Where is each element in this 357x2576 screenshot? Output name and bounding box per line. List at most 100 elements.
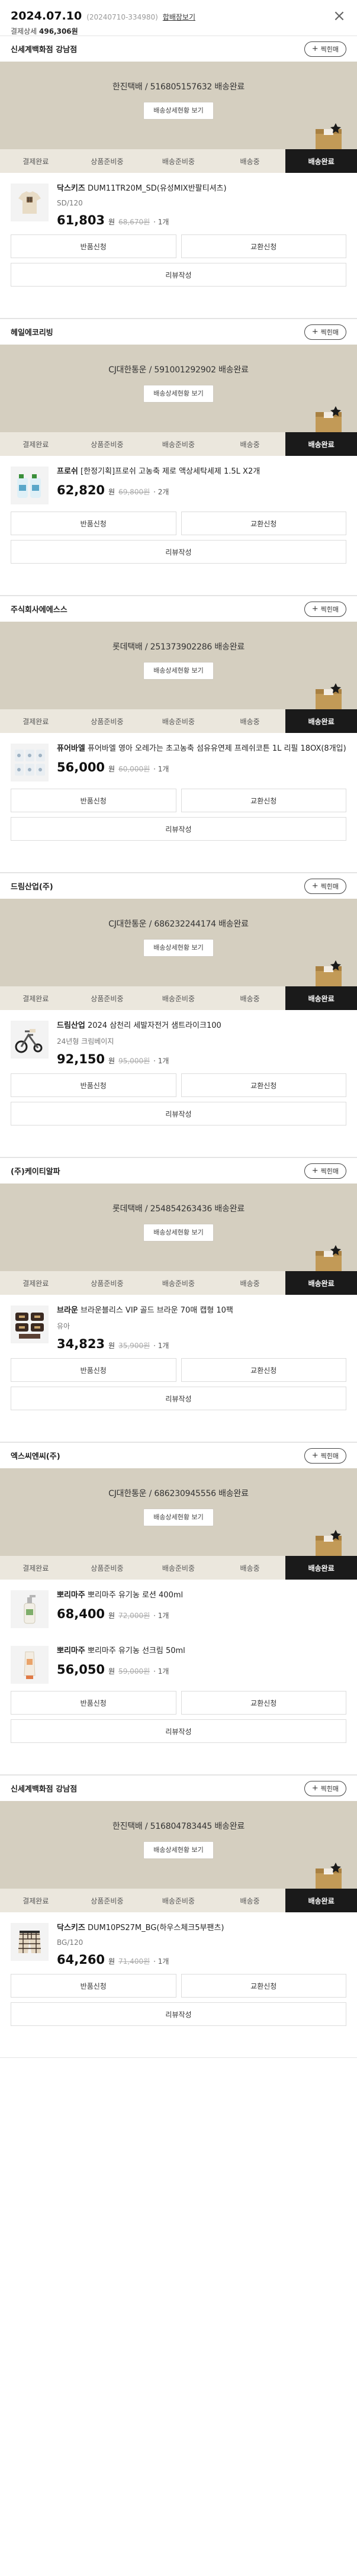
tracking-detail-button[interactable]: 배송상세현황 보기 [143,1509,214,1526]
product-item[interactable]: 뽀리마주 뽀리마주 유기농 로션 400ml 68,400 원 72,000원 · 1개 [0,1580,357,1635]
product-info: 드림산업 2024 삼천리 세발자전거 샘트라이크100 24년형 크림베이지 92… [57,1021,346,1066]
original-price: 95,000원 [118,1057,150,1065]
original-price: 35,900원 [118,1342,150,1350]
return-request-button[interactable]: 반품신청 [11,512,176,535]
product-brand: 프로쉬 [57,467,78,476]
bookmark-label: 찍힌매 [320,45,339,53]
tracking-panel: 한진택배 / 516805157632 배송완료 배송상세현황 보기 [0,62,357,149]
exchange-request-button[interactable]: 교환신청 [181,789,346,812]
bundle-view-link[interactable]: 합배장보기 [163,12,195,22]
shipment-list: 신세계백화점 강남점 + 찍힌매 한진택배 / 516805157632 배송완… [0,36,357,2058]
tracking-status: CJ대한통운 / 686232244174 배송완료 [108,919,249,929]
product-item[interactable]: 닥스키즈 DUM11TR20M_SD(유성MIX반팔티셔츠) SD/120 61,8… [0,173,357,234]
product-title: 닥스키즈 DUM11TR20M_SD(유성MIX반팔티셔츠) [57,184,346,194]
product-item[interactable]: 프로쉬 [한정기획]프로쉬 고농축 제로 액상세탁세제 1.5L X2개 62,8… [0,456,357,512]
bookmark-button[interactable]: + 찍힌매 [304,41,346,57]
block-divider [0,1426,357,1442]
return-request-button[interactable]: 반품신청 [11,789,176,812]
exchange-request-button[interactable]: 교환신청 [181,234,346,258]
write-review-button[interactable]: 리뷰작성 [11,1719,346,1743]
plus-icon: + [311,1784,319,1793]
step-5: 배송완료 [285,1271,357,1295]
block-divider [0,579,357,596]
return-request-button[interactable]: 반품신청 [11,1974,176,1998]
write-review-button[interactable]: 리뷰작성 [11,540,346,564]
bookmark-button[interactable]: + 찍힌매 [304,1163,346,1179]
return-request-button[interactable]: 반품신청 [11,1073,176,1097]
exchange-request-button[interactable]: 교환신청 [181,1073,346,1097]
action-buttons: 반품신청 교환신청 리뷰작성 [0,234,357,302]
write-review-button[interactable]: 리뷰작성 [11,263,346,287]
step-2: 상품준비중 [91,1896,124,1905]
write-review-button[interactable]: 리뷰작성 [11,1387,346,1410]
product-image[interactable] [11,1646,49,1684]
product-name: DUM10PS27M_BG(하우스체크5부팬츠) [87,1924,224,1932]
tracking-status: CJ대한통운 / 591001292902 배송완료 [108,365,249,375]
tracking-detail-button[interactable]: 배송상세현황 보기 [143,939,214,957]
payment-summary: 결제상세 496,306원 [11,26,346,36]
exchange-request-button[interactable]: 교환신청 [181,1691,346,1715]
payment-label: 결제상세 [11,27,37,36]
tracking-detail-button[interactable]: 배송상세현황 보기 [143,1841,214,1859]
exchange-request-button[interactable]: 교환신청 [181,1974,346,1998]
seller-name: 신세계백화점 강남점 [11,1785,78,1794]
product-item[interactable]: 브라운 브라운블리스 VIP 골드 브라운 70매 캡형 10팩 유아 34,823… [0,1295,357,1358]
tracking-detail-button[interactable]: 배송상세현황 보기 [143,662,214,680]
price-unit: 원 [108,1612,115,1620]
bookmark-button[interactable]: + 찍힌매 [304,1780,346,1796]
tracking-detail-button[interactable]: 배송상세현황 보기 [143,385,214,403]
price-unit: 원 [108,1957,115,1966]
write-review-button[interactable]: 리뷰작성 [11,1102,346,1125]
product-list: 드림산업 2024 삼천리 세발자전거 샘트라이크100 24년형 크림베이지 92… [0,1010,357,1073]
tracking-detail-button[interactable]: 배송상세현황 보기 [143,102,214,120]
product-image[interactable] [11,467,49,504]
delivered-box-icon [316,1863,342,1889]
product-list: 프로쉬 [한정기획]프로쉬 고농축 제로 액상세탁세제 1.5L X2개 62,8… [0,456,357,512]
return-request-button[interactable]: 반품신청 [11,234,176,258]
write-review-button[interactable]: 리뷰작성 [11,2002,346,2026]
product-list: 닥스키즈 DUM11TR20M_SD(유성MIX반팔티셔츠) SD/120 61,8… [0,173,357,234]
seller-row: 신세계백화점 강남점 + 찍힌매 [0,36,357,62]
product-item[interactable]: 닥스키즈 DUM10PS27M_BG(하우스체크5부팬츠) BG/120 64,26… [0,1912,357,1974]
product-info: 퓨어바엘 퓨어바엘 영아 오레가는 초고농축 섬유유연제 프레쉬코튼 1L 리필… [57,744,346,782]
action-buttons: 반품신청 교환신청 리뷰작성 [0,1358,357,1426]
close-icon[interactable]: × [331,8,348,25]
step-1: 결제완료 [22,1896,49,1905]
product-image[interactable] [11,1305,49,1343]
product-image[interactable] [11,1590,49,1628]
product-image[interactable] [11,1021,49,1059]
product-item[interactable]: 드림산업 2024 삼천리 세발자전거 샘트라이크100 24년형 크림베이지 92… [0,1010,357,1073]
seller-name: (주)케이티알파 [11,1168,60,1176]
return-request-button[interactable]: 반품신청 [11,1691,176,1715]
product-title: 드림산업 2024 삼천리 세발자전거 샘트라이크100 [57,1021,346,1031]
write-review-button[interactable]: 리뷰작성 [11,817,346,841]
bookmark-button[interactable]: + 찍힌매 [304,324,346,340]
exchange-request-button[interactable]: 교환신청 [181,1358,346,1382]
step-5: 배송완료 [285,149,357,173]
exchange-request-button[interactable]: 교환신청 [181,512,346,535]
seller-name: 엑스씨엔씨(주) [11,1452,60,1461]
product-image[interactable] [11,1923,49,1961]
tracking-status: 롯데택배 / 251373902286 배송완료 [112,642,245,652]
return-request-button[interactable]: 반품신청 [11,1358,176,1382]
original-price: 60,000원 [118,765,150,773]
seller-row: 신세계백화점 강남점 + 찍힌매 [0,1775,357,1801]
product-item[interactable]: 퓨어바엘 퓨어바엘 영아 오레가는 초고농축 섬유유연제 프레쉬코튼 1L 리필… [0,733,357,789]
price-line: 56,000 원 60,000원 · 1개 [57,760,346,774]
bookmark-button[interactable]: + 찍힌매 [304,1448,346,1464]
quantity-value: 1개 [157,1057,169,1065]
tracking-detail-button[interactable]: 배송상세현황 보기 [143,1224,214,1242]
tracking-panel: CJ대한통운 / 686232244174 배송완료 배송상세현황 보기 [0,899,357,986]
step-2: 상품준비중 [91,1279,124,1288]
bookmark-button[interactable]: + 찍힌매 [304,878,346,894]
tracking-status: 한진택배 / 516804783445 배송완료 [112,1822,245,1831]
quantity-value: 1개 [157,218,169,226]
delivery-steps: 결제완료 상품준비중 배송준비중 배송중 배송완료 [0,1271,357,1295]
product-image[interactable] [11,184,49,221]
quantity: · 1개 [153,765,169,773]
bookmark-button[interactable]: + 찍힌매 [304,601,346,617]
step-1: 결제완료 [22,1564,49,1572]
product-image[interactable] [11,744,49,782]
price-unit: 원 [108,1342,115,1350]
product-item[interactable]: 뽀리마주 뽀리마주 유기농 선크림 50ml 56,050 원 59,000원 · 1개 [0,1635,357,1691]
